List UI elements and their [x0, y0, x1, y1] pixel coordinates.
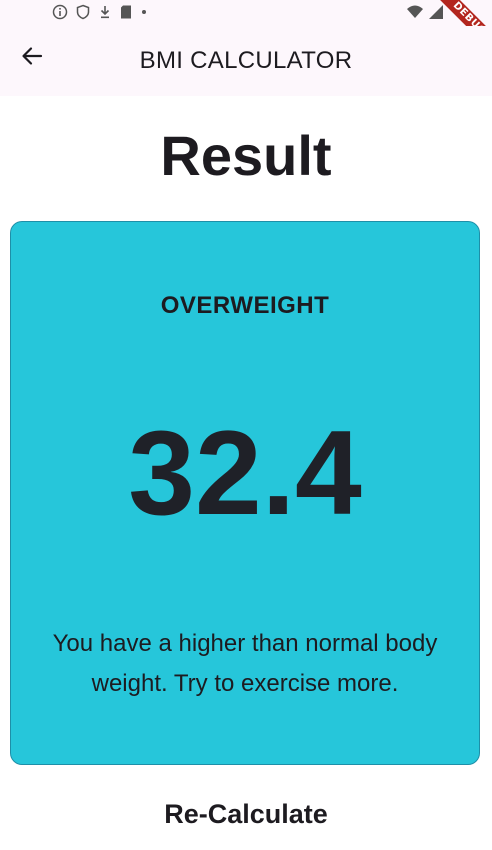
result-card: OVERWEIGHT 32.4 You have a higher than n…: [10, 221, 480, 765]
page-title: Result: [160, 124, 332, 187]
result-message: You have a higher than normal body weigh…: [52, 630, 438, 697]
dot-icon: [140, 4, 148, 20]
app-bar-title: BMI CALCULATOR: [139, 47, 353, 74]
back-button[interactable]: [12, 38, 52, 78]
app-bar: BMI CALCULATOR: [0, 26, 492, 96]
shield-icon: [75, 4, 91, 20]
recalculate-button[interactable]: Re-Calculate: [140, 790, 352, 838]
info-icon: [52, 4, 68, 20]
sd-card-icon: [119, 4, 133, 20]
arrow-back-icon: [21, 45, 43, 72]
result-category: OVERWEIGHT: [160, 292, 330, 319]
wifi-icon: [406, 4, 424, 25]
download-icon: [98, 4, 112, 20]
status-bar: [0, 0, 492, 26]
bmi-value: 32.4: [128, 406, 362, 540]
